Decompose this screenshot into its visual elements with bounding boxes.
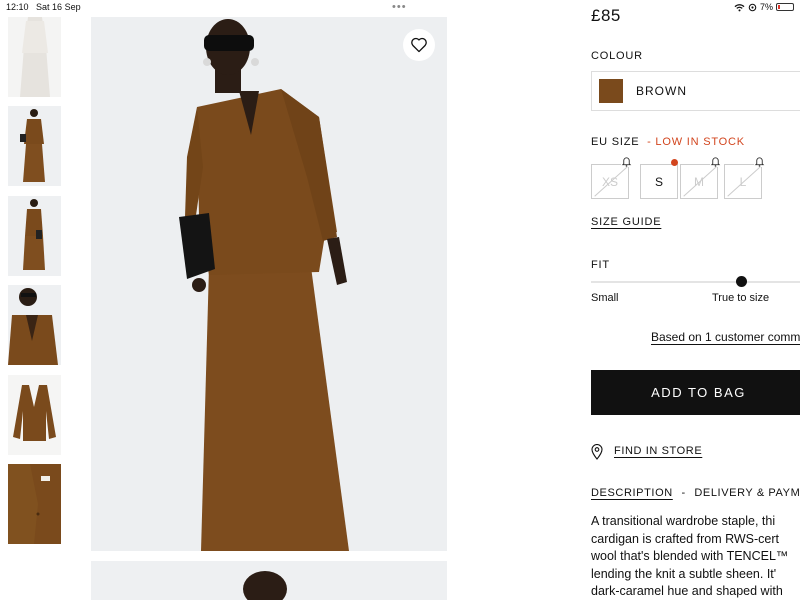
main-product-image[interactable] xyxy=(91,17,447,551)
colour-label: COLOUR xyxy=(591,50,643,62)
size-xs-label: XS xyxy=(601,174,618,189)
thumbnail-3[interactable] xyxy=(8,196,61,276)
description-line: wool that's blended with TENCEL™ xyxy=(591,549,789,563)
info-tabs: DESCRIPTION - DELIVERY & PAYMENT xyxy=(591,487,800,499)
thumbnail-6[interactable] xyxy=(8,464,61,544)
colour-name: BROWN xyxy=(636,84,687,98)
low-stock-note: - LOW IN STOCK xyxy=(647,136,745,148)
fit-true-to-size-label: True to size xyxy=(712,292,770,304)
reviews-link[interactable]: Based on 1 customer comm xyxy=(651,330,800,344)
bell-icon xyxy=(621,156,632,167)
thumbnail-1[interactable] xyxy=(8,17,61,97)
description-line: lending the knit a subtle sheen. It' xyxy=(591,566,777,581)
orientation-lock-icon xyxy=(748,3,757,11)
size-guide-link[interactable]: SIZE GUIDE xyxy=(591,216,661,228)
product-price: £85 xyxy=(591,6,621,25)
heart-icon xyxy=(411,37,427,53)
battery-icon xyxy=(776,3,794,11)
low-stock-dot xyxy=(671,159,678,166)
description-line: A transitional wardrobe staple, thi xyxy=(591,514,776,528)
tab-delivery-payment[interactable]: DELIVERY & PAYMENT xyxy=(694,487,800,499)
size-heading: EU SIZE - LOW IN STOCK xyxy=(591,136,745,148)
fit-scale-track xyxy=(591,281,800,283)
battery-percent: 7% xyxy=(759,2,773,12)
size-option-s[interactable]: S xyxy=(640,159,678,199)
multitask-dots[interactable]: ••• xyxy=(392,1,407,13)
colour-selector[interactable]: BROWN xyxy=(591,71,800,111)
status-time: 12:10 Sat 16 Sep xyxy=(6,2,81,12)
fit-small-label: Small xyxy=(591,292,619,304)
tab-description[interactable]: DESCRIPTION xyxy=(591,487,673,499)
fit-scale-marker xyxy=(736,276,747,287)
second-product-image[interactable] xyxy=(91,561,447,600)
size-l-label: L xyxy=(739,174,747,189)
thumbnail-4[interactable] xyxy=(8,285,61,365)
size-label: EU SIZE xyxy=(591,136,640,148)
description-line: dark-caramel hue and shaped with xyxy=(591,584,783,598)
clock-text: 12:10 xyxy=(6,2,29,12)
location-pin-icon xyxy=(591,444,603,460)
date-text: Sat 16 Sep xyxy=(36,2,81,12)
fit-label: FIT xyxy=(591,259,610,271)
find-in-store-link[interactable]: FIND IN STORE xyxy=(614,445,702,457)
wifi-icon xyxy=(734,3,745,11)
product-description: A transitional wardrobe staple, thi card… xyxy=(591,513,800,601)
size-option-l[interactable]: L xyxy=(724,156,765,199)
bell-icon xyxy=(710,156,721,167)
bell-icon xyxy=(754,156,765,167)
favourite-button[interactable] xyxy=(403,29,435,61)
thumbnail-5[interactable] xyxy=(8,375,61,455)
colour-swatch xyxy=(599,79,623,103)
description-line: cardigan is crafted from RWS-cert xyxy=(591,531,780,546)
add-to-bag-button[interactable]: ADD TO BAG xyxy=(591,370,800,415)
size-m-label: M xyxy=(694,174,704,189)
size-option-xs[interactable]: XS xyxy=(591,156,632,199)
size-option-m[interactable]: M xyxy=(680,156,721,199)
thumbnail-2[interactable] xyxy=(8,106,61,186)
tab-separator: - xyxy=(681,487,686,499)
size-s-label: S xyxy=(654,174,663,189)
status-indicators: 7% xyxy=(734,2,794,12)
